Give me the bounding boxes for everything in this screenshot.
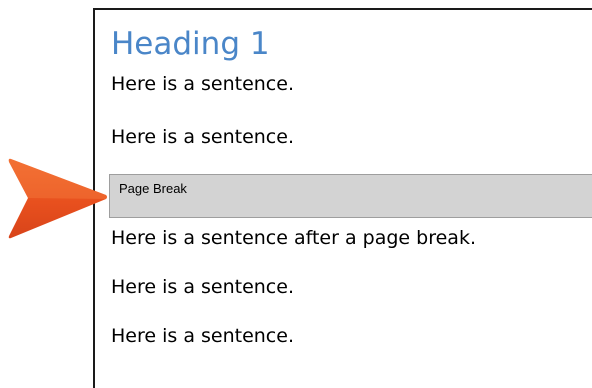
- heading-1[interactable]: Heading 1: [111, 24, 270, 64]
- paragraph-after-break[interactable]: Here is a sentence after a page break.: [111, 226, 476, 250]
- paragraph-4[interactable]: Here is a sentence.: [111, 275, 294, 299]
- page-break-marker[interactable]: Page Break: [109, 174, 592, 218]
- paragraph-5[interactable]: Here is a sentence.: [111, 324, 294, 348]
- page-break-label: Page Break: [119, 181, 187, 196]
- arrow-pointer-icon: [8, 158, 107, 239]
- paragraph-2[interactable]: Here is a sentence.: [111, 125, 294, 149]
- paragraph-1[interactable]: Here is a sentence.: [111, 72, 294, 96]
